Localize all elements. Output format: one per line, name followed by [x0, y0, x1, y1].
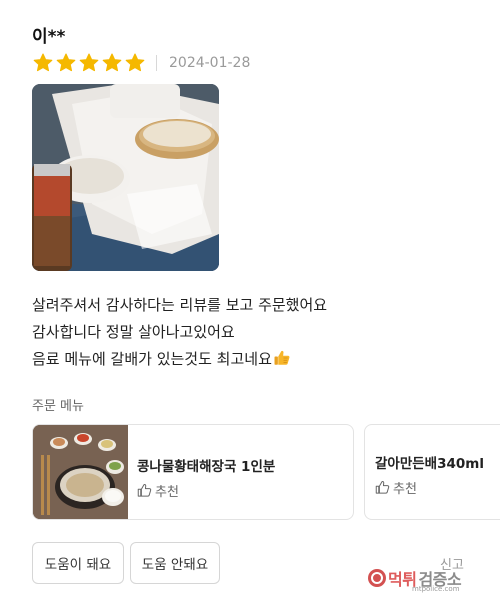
rating-row: 2024-01-28: [32, 52, 250, 74]
menu-card[interactable]: 갈아만든배340ml 추천: [364, 424, 500, 520]
star-icon: [78, 52, 100, 74]
recommend-label: 추천: [393, 482, 417, 497]
reviewer-name: 이**: [32, 27, 66, 47]
review-body: 살려주셔서 감사하다는 리뷰를 보고 주문했어요 감사합니다 정말 살아나고있어…: [32, 292, 327, 373]
menu-item-name: 갈아만든배340ml: [375, 456, 484, 472]
thumbs-up-emoji-icon: [273, 349, 291, 367]
recommend-button[interactable]: 추천: [137, 481, 179, 500]
star-icon: [101, 52, 123, 74]
review-photo[interactable]: [32, 84, 219, 271]
not-helpful-button[interactable]: 도움 안돼요: [130, 542, 220, 584]
thumbs-up-icon: [375, 481, 390, 494]
review-text-line-3: 음료 메뉴에 갈배가 있는것도 최고네요: [32, 346, 327, 373]
star-icon: [55, 52, 77, 74]
review-text-line: 살려주셔서 감사하다는 리뷰를 보고 주문했어요: [32, 296, 328, 314]
star-icon: [32, 52, 54, 74]
review-text-line: 음료 메뉴에 갈배가 있는것도 최고네요: [32, 350, 272, 368]
order-menu-heading: 주문 메뉴: [32, 399, 84, 414]
menu-card[interactable]: 콩나물황태해장국 1인분 추천: [32, 424, 354, 520]
star-rating: [32, 52, 146, 74]
review-date: 2024-01-28: [169, 55, 251, 71]
menu-item-image: [33, 425, 128, 519]
menu-item-name: 콩나물황태해장국 1인분: [137, 459, 276, 475]
review-text-line: 감사합니다 정말 살아나고있어요: [32, 323, 235, 341]
star-icon: [124, 52, 146, 74]
thumbs-up-icon: [137, 484, 152, 497]
recommend-label: 추천: [155, 485, 179, 500]
recommend-button[interactable]: 추천: [375, 478, 417, 497]
divider: [156, 55, 157, 71]
watermark-logo-icon: [368, 569, 386, 587]
helpful-button[interactable]: 도움이 돼요: [32, 542, 124, 584]
watermark-sub: mtpolice.com: [412, 585, 460, 593]
food-photo-icon: [32, 84, 219, 271]
